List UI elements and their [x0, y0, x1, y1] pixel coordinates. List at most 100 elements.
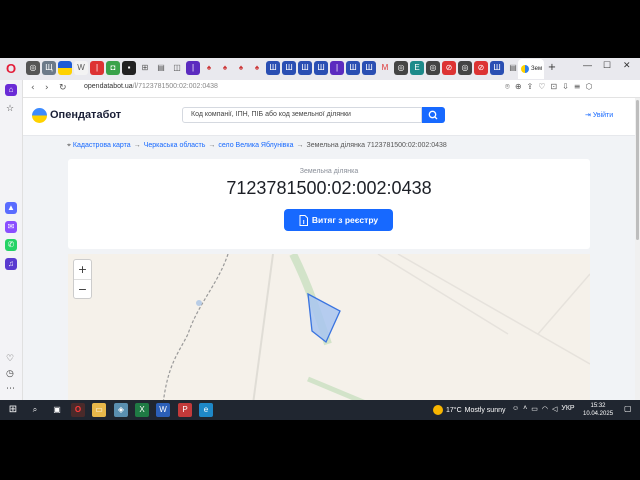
scrollbar-thumb[interactable] [636, 100, 639, 240]
opera-logo-icon[interactable]: O [3, 61, 19, 77]
extensions-icon[interactable]: ⊡ [550, 82, 557, 92]
download-icon[interactable]: ⇩ [562, 82, 569, 92]
opendatabot-logo-icon[interactable] [32, 108, 47, 123]
zoom-in-button[interactable]: + [74, 260, 91, 280]
search-input[interactable]: Код компанії, ІПН, ПІБ або код земельної… [182, 107, 422, 123]
breadcrumb-separator: → [133, 142, 141, 149]
taskbar-search-icon[interactable]: ⌕ [28, 403, 42, 417]
tab-favicon[interactable]: W [74, 61, 88, 75]
player-icon[interactable]: ♫ [5, 258, 17, 270]
aria-icon[interactable]: ▲ [5, 202, 17, 214]
login-link[interactable]: ⇥ Увійти [585, 111, 613, 119]
tab-favicon[interactable]: ◎ [394, 61, 408, 75]
tab-favicon[interactable]: Ш [362, 61, 376, 75]
maximize-icon[interactable]: ☐ [603, 60, 611, 71]
tab-favicon[interactable]: Ш [314, 61, 328, 75]
parcel-polygon[interactable] [307, 292, 341, 344]
edge-icon[interactable]: e [199, 403, 213, 417]
zoom-out-button[interactable]: − [74, 280, 91, 299]
messenger-icon[interactable]: ✉ [5, 221, 17, 233]
opera-taskbar-icon[interactable]: O [71, 403, 85, 417]
word-icon[interactable]: W [156, 403, 170, 417]
excel-icon[interactable]: X [135, 403, 149, 417]
share-icon[interactable]: ⇪ [527, 82, 534, 92]
whatsapp-icon[interactable]: ✆ [5, 239, 17, 251]
tab-favicon[interactable]: ◘ [106, 61, 120, 75]
breadcrumb-village[interactable]: село Велика Яблунівка [218, 142, 293, 149]
minimize-icon[interactable]: — [583, 60, 592, 70]
tab-favicon[interactable]: ◫ [170, 61, 184, 75]
tab-favicon[interactable]: Ш [490, 61, 504, 75]
search-button[interactable] [422, 107, 445, 123]
wifi-icon[interactable]: ◠ [542, 405, 548, 413]
tab-favicon[interactable]: ◎ [26, 61, 40, 75]
tab-favicon[interactable]: ♠ [202, 61, 216, 75]
app-icon[interactable]: P [178, 403, 192, 417]
volume-icon[interactable]: ◁ [552, 405, 557, 413]
tab-favicon[interactable]: | [330, 61, 344, 75]
task-view-icon[interactable]: ▣ [50, 403, 64, 417]
tab-favicon[interactable]: ▤ [154, 61, 168, 75]
new-tab-button[interactable]: + [546, 62, 558, 74]
app-icon[interactable]: ◈ [114, 403, 128, 417]
language-indicator[interactable]: УКР [561, 405, 574, 413]
tab-favicon[interactable]: Ш [346, 61, 360, 75]
tab-favicon[interactable]: ⊘ [474, 61, 488, 75]
tab-favicon[interactable]: ⊞ [138, 61, 152, 75]
letterbox-top [0, 0, 640, 58]
reload-button[interactable]: ↻ [59, 81, 67, 95]
history-icon[interactable]: ◷ [6, 369, 14, 379]
web-page: Опендатабот Код компанії, ІПН, ПІБ або к… [23, 98, 635, 400]
menu-icon[interactable]: ≡ [574, 82, 581, 92]
file-explorer-icon[interactable]: ▭ [92, 403, 106, 417]
start-icon[interactable]: ⊞ [6, 403, 20, 417]
close-window-icon[interactable]: ✕ [623, 60, 631, 71]
breadcrumb-current: Земельна ділянка 7123781500:02:002:0438 [306, 142, 447, 149]
tab-favicon[interactable]: Ш [298, 61, 312, 75]
tab-favicon[interactable]: ♠ [250, 61, 264, 75]
tab-favicon[interactable]: ⊘ [442, 61, 456, 75]
cadastral-map[interactable]: + − [68, 254, 590, 400]
forward-button[interactable]: › [45, 81, 49, 95]
weather-widget[interactable]: 17°C Mostly sunny [433, 405, 506, 415]
tab-favicon[interactable]: Щ [42, 61, 56, 75]
camera-icon[interactable]: ⌾ [505, 82, 510, 92]
registry-extract-label: Витяг з реєстру [311, 215, 379, 225]
tab-favicon[interactable]: Ш [266, 61, 280, 75]
active-tab[interactable]: Зем [518, 59, 544, 79]
bookmark-icon[interactable]: ♡ [538, 82, 545, 92]
people-icon[interactable]: ☺ [512, 405, 519, 413]
tab-favicon[interactable]: Ш [282, 61, 296, 75]
tab-favicon[interactable]: ◎ [458, 61, 472, 75]
tab-favicon[interactable]: ◎ [426, 61, 440, 75]
tray-overflow-icon[interactable]: ˄ [523, 405, 527, 413]
tab-favicon[interactable]: ▪ [122, 61, 136, 75]
breadcrumb-cadastral-map[interactable]: Кадастрова карта [73, 142, 131, 149]
tab-favicon[interactable]: M [378, 61, 392, 75]
breadcrumb-region[interactable]: Черкаська область [144, 142, 206, 149]
tab-favicon[interactable]: | [90, 61, 104, 75]
home-icon[interactable]: ⌂ [5, 84, 17, 96]
url-field[interactable]: opendatabot.ua/l/7123781500:02:002:0438 [84, 83, 218, 90]
registry-extract-button[interactable]: Витяг з реєстру [284, 209, 393, 231]
url-path: /l/7123781500:02:002:0438 [132, 83, 218, 90]
notifications-icon[interactable]: ▢ [624, 404, 632, 413]
back-button[interactable]: ‹ [31, 81, 35, 95]
tab-favicon[interactable]: | [186, 61, 200, 75]
more-icon[interactable]: ⋯ [6, 384, 15, 394]
star-icon[interactable]: ☆ [6, 104, 14, 114]
lens-icon[interactable]: ⊕ [515, 82, 522, 92]
tab-favicon[interactable]: E [410, 61, 424, 75]
url-domain: opendatabot.ua [84, 83, 133, 90]
snapshot-icon[interactable]: ⬡ [586, 82, 593, 92]
weather-temp: 17°C [446, 406, 462, 414]
heart-icon[interactable]: ♡ [6, 354, 14, 364]
breadcrumb: ⌖ Кадастрова карта → Черкаська область → сел… [67, 142, 447, 150]
tab-favicon[interactable] [58, 61, 72, 75]
network-icon[interactable]: ▭ [531, 405, 538, 413]
tab-favicon[interactable]: ♠ [218, 61, 232, 75]
site-logo-text[interactable]: Опендатабот [50, 109, 121, 121]
tab-favicon[interactable]: ♠ [234, 61, 248, 75]
taskbar-clock[interactable]: 15:32 10.04.2025 [583, 402, 613, 418]
opendatabot-favicon-icon [521, 65, 529, 73]
